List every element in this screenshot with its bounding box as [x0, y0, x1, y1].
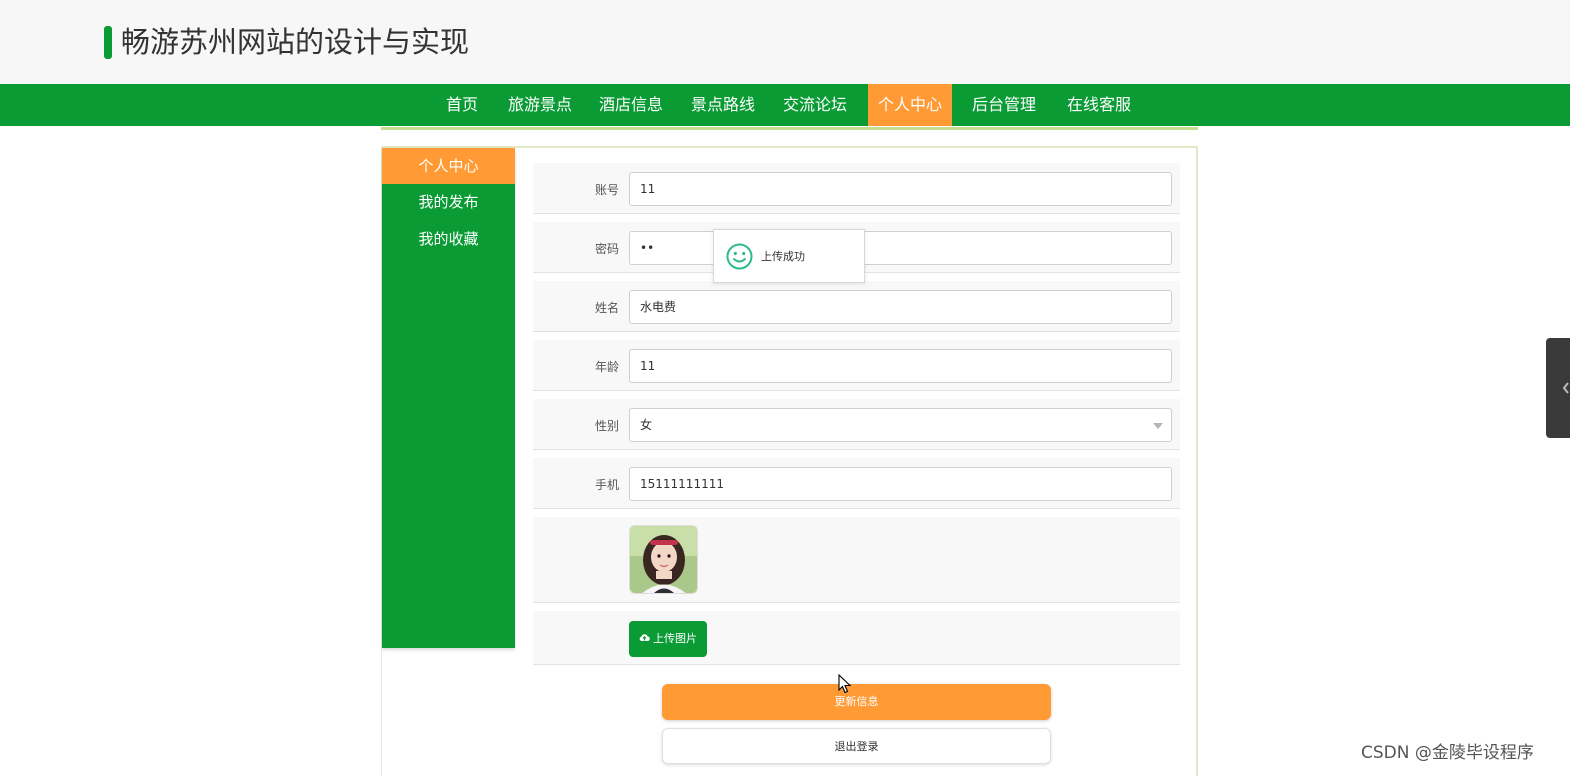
cloud-upload-icon — [639, 621, 650, 657]
nav-item-routes[interactable]: 景点路线 — [684, 84, 762, 126]
main-nav: 首页 旅游景点 酒店信息 景点路线 交流论坛 个人中心 后台管理 在线客服 — [0, 84, 1570, 126]
name-label: 姓名 — [594, 301, 619, 315]
nav-item-support[interactable]: 在线客服 — [1059, 84, 1139, 126]
account-label: 账号 — [594, 183, 619, 197]
update-info-button[interactable]: 更新信息 — [662, 684, 1051, 720]
nav-item-attractions[interactable]: 旅游景点 — [500, 84, 580, 126]
sidebar-item-posts[interactable]: 我的发布 — [382, 184, 515, 220]
brand-accent-bar — [104, 26, 112, 59]
chevron-left-icon — [1562, 382, 1569, 394]
logout-button[interactable]: 退出登录 — [662, 728, 1051, 764]
account-field[interactable]: 11 — [629, 172, 1172, 206]
gender-value: 女 — [640, 418, 653, 432]
sidebar-item-favorites[interactable]: 我的收藏 — [382, 221, 515, 257]
side-floating-tab[interactable] — [1546, 338, 1570, 438]
form-row-age: 年龄 11 — [533, 340, 1180, 391]
phone-label: 手机 — [594, 478, 619, 492]
csdn-watermark: CSDN @金陵毕设程序 — [1361, 743, 1534, 763]
upload-image-button[interactable]: 上传图片 — [629, 621, 707, 657]
password-field[interactable]: •• — [629, 231, 1172, 265]
form-row-upload: 上传图片 — [533, 611, 1180, 665]
form-row-avatar — [533, 517, 1180, 603]
nav-item-admin[interactable]: 后台管理 — [964, 84, 1044, 126]
age-label: 年龄 — [594, 360, 619, 374]
nav-divider — [381, 127, 1198, 130]
name-field[interactable]: 水电费 — [629, 290, 1172, 324]
form-row-name: 姓名 水电费 — [533, 281, 1180, 332]
gender-label: 性别 — [594, 419, 619, 433]
upload-success-toast: 上传成功 — [713, 229, 865, 283]
age-field[interactable]: 11 — [629, 349, 1172, 383]
sidebar-item-profile[interactable]: 个人中心 — [382, 148, 515, 184]
phone-field[interactable]: 15111111111 — [629, 467, 1172, 501]
nav-item-hotels[interactable]: 酒店信息 — [592, 84, 670, 126]
chevron-down-icon — [1153, 423, 1163, 429]
toast-message: 上传成功 — [761, 250, 805, 263]
site-title: 畅游苏州网站的设计与实现 — [121, 25, 470, 59]
upload-image-label: 上传图片 — [653, 632, 697, 645]
mouse-cursor-icon — [838, 673, 852, 698]
sidebar: 个人中心 我的发布 我的收藏 — [382, 148, 515, 648]
form-row-account: 账号 11 — [533, 163, 1180, 214]
nav-item-profile[interactable]: 个人中心 — [868, 84, 952, 126]
nav-item-forum[interactable]: 交流论坛 — [775, 84, 855, 126]
password-label: 密码 — [594, 242, 619, 256]
avatar — [629, 525, 698, 594]
header: 畅游苏州网站的设计与实现 — [0, 0, 1570, 84]
form-row-gender: 性别 女 — [533, 399, 1180, 450]
nav-item-home[interactable]: 首页 — [437, 84, 487, 126]
gender-select[interactable]: 女 — [629, 408, 1172, 442]
form-row-phone: 手机 15111111111 — [533, 458, 1180, 509]
smiley-icon — [726, 243, 753, 274]
